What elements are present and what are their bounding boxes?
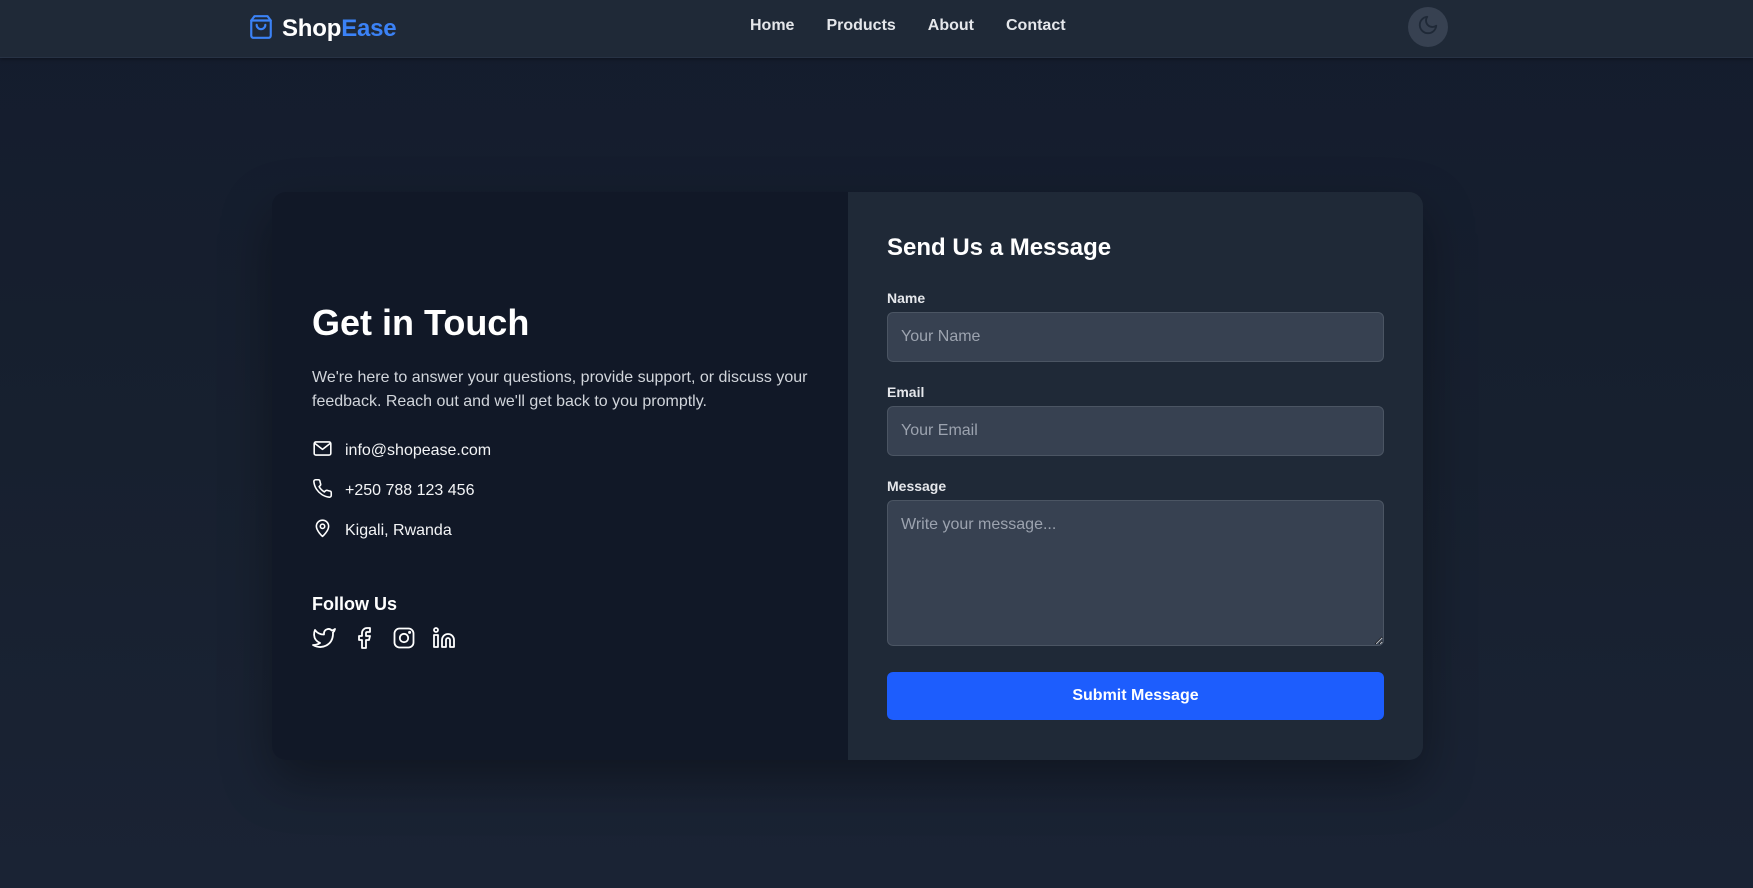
name-input[interactable] — [887, 312, 1384, 362]
submit-message-button[interactable]: Submit Message — [887, 672, 1384, 720]
linkedin-icon[interactable] — [432, 626, 456, 650]
email-input[interactable] — [887, 406, 1384, 456]
contact-title: Get in Touch — [312, 302, 530, 343]
brand-name-ease: Ease — [341, 15, 397, 42]
contact-location: Kigali, Rwanda — [345, 522, 452, 539]
mail-icon — [312, 438, 333, 464]
navbar: ShopEase Home Products About Contact — [0, 0, 1753, 58]
nav-link-about[interactable]: About — [928, 17, 974, 35]
theme-toggle-button[interactable] — [1408, 7, 1448, 47]
message-textarea[interactable] — [887, 500, 1384, 646]
social-links — [312, 626, 456, 650]
contact-description: We're here to answer your questions, pro… — [312, 369, 808, 410]
contact-email[interactable]: info@shopease.com — [345, 442, 491, 460]
location-pin-icon — [312, 518, 333, 544]
nav-links: Home Products About Contact — [750, 17, 1066, 35]
facebook-icon[interactable] — [352, 626, 376, 650]
contact-location-row: Kigali, Rwanda — [312, 518, 452, 544]
contact-phone-row: +250 788 123 456 — [312, 478, 474, 504]
follow-us-title: Follow Us — [312, 594, 397, 614]
message-label: Message — [887, 478, 947, 494]
form-title: Send Us a Message — [887, 234, 1112, 261]
nav-link-products[interactable]: Products — [826, 17, 895, 35]
contact-card: Get in Touch We're here to answer your q… — [272, 192, 1423, 760]
phone-icon — [312, 478, 333, 504]
instagram-icon[interactable] — [392, 626, 416, 650]
twitter-icon[interactable] — [312, 626, 336, 650]
brand-name-shop: Shop — [282, 15, 342, 42]
contact-email-row: info@shopease.com — [312, 438, 491, 464]
message-form-panel: Send Us a Message Name Email Message Sub… — [848, 192, 1423, 760]
contact-info-panel: Get in Touch We're here to answer your q… — [272, 192, 848, 760]
shopping-bag-icon — [248, 14, 274, 45]
contact-phone[interactable]: +250 788 123 456 — [345, 482, 474, 500]
email-label: Email — [887, 384, 925, 400]
name-label: Name — [887, 290, 926, 306]
nav-link-contact[interactable]: Contact — [1006, 17, 1066, 35]
brand-logo[interactable]: ShopEase — [248, 13, 397, 45]
brand-name: ShopEase — [282, 15, 397, 43]
nav-link-home[interactable]: Home — [750, 17, 794, 35]
moon-icon — [1417, 14, 1439, 41]
